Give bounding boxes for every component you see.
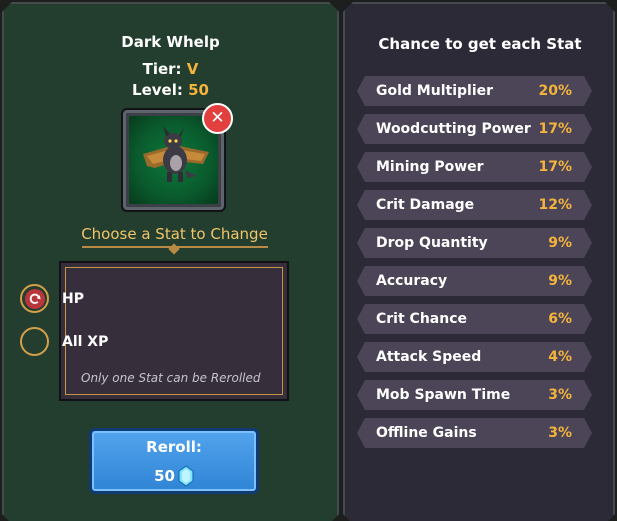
panel-separator: [339, 0, 343, 521]
stat-chance: 17%: [538, 121, 572, 137]
stat-chance-row: Attack Speed 4%: [357, 342, 592, 372]
radio-unselected[interactable]: [20, 327, 49, 356]
reroll-button[interactable]: Reroll: 50: [89, 428, 259, 494]
stat-name: Attack Speed: [376, 349, 482, 365]
stat-name: Crit Chance: [376, 311, 467, 327]
stat-chance-row: Offline Gains 3%: [357, 418, 592, 448]
title-divider: [82, 246, 268, 248]
stat-name: Crit Damage: [376, 197, 475, 213]
stat-chance-row: Mob Spawn Time 3%: [357, 380, 592, 410]
stat-option-hp[interactable]: HP: [20, 284, 84, 313]
stat-name: Offline Gains: [376, 425, 477, 441]
pet-name: Dark Whelp: [121, 33, 220, 51]
level-value: 50: [188, 81, 209, 99]
stat-option-all-xp[interactable]: All XP: [20, 327, 108, 356]
stat-chance-row: Mining Power 17%: [357, 152, 592, 182]
stat-chance-row: Woodcutting Power 17%: [357, 114, 592, 144]
stat-name: Mining Power: [376, 159, 484, 175]
tier-value: V: [186, 60, 199, 78]
level-label: Level:: [132, 81, 183, 99]
stat-name: Woodcutting Power: [376, 121, 531, 137]
dragon-whelp-icon: [143, 126, 209, 182]
stat-option-label: All XP: [62, 333, 109, 350]
stat-chance-row: Drop Quantity 9%: [357, 228, 592, 258]
reroll-cost-value: 50: [154, 467, 175, 485]
stat-chance: 6%: [548, 311, 572, 327]
stat-chance: 3%: [548, 425, 572, 441]
tier-label: Tier:: [142, 60, 182, 78]
stat-chance: 9%: [548, 273, 572, 289]
stat-chance-row: Crit Damage 12%: [357, 190, 592, 220]
stat-chance: 20%: [538, 83, 572, 99]
pet-level: Level: 50: [0, 81, 341, 99]
stat-chance-row: Gold Multiplier 20%: [357, 76, 592, 106]
close-icon: ✕: [210, 108, 225, 128]
pet-tier: Tier: V: [0, 60, 341, 78]
reroll-label: Reroll:: [146, 438, 202, 456]
stat-option-label: HP: [62, 290, 84, 307]
stat-chance: 3%: [548, 387, 572, 403]
stat-chance: 4%: [548, 349, 572, 365]
stat-chance: 12%: [538, 197, 572, 213]
stat-chance-row: Accuracy 9%: [357, 266, 592, 296]
chance-title: Chance to get each Stat: [378, 35, 582, 53]
stat-chance: 17%: [538, 159, 572, 175]
reroll-icon: [24, 288, 45, 309]
reroll-note: Only one Stat can be Rerolled: [81, 371, 261, 385]
stat-name: Drop Quantity: [376, 235, 488, 251]
stat-name: Mob Spawn Time: [376, 387, 511, 403]
radio-selected[interactable]: [20, 284, 49, 313]
stat-name: Accuracy: [376, 273, 448, 289]
choose-stat-title: Choose a Stat to Change: [81, 225, 268, 243]
remove-pet-button[interactable]: ✕: [202, 103, 233, 134]
stat-chance-row: Crit Chance 6%: [357, 304, 592, 334]
stat-chance: 9%: [548, 235, 572, 251]
reroll-cost: 50: [92, 465, 256, 487]
gem-icon: [178, 465, 194, 487]
stat-name: Gold Multiplier: [376, 83, 494, 99]
